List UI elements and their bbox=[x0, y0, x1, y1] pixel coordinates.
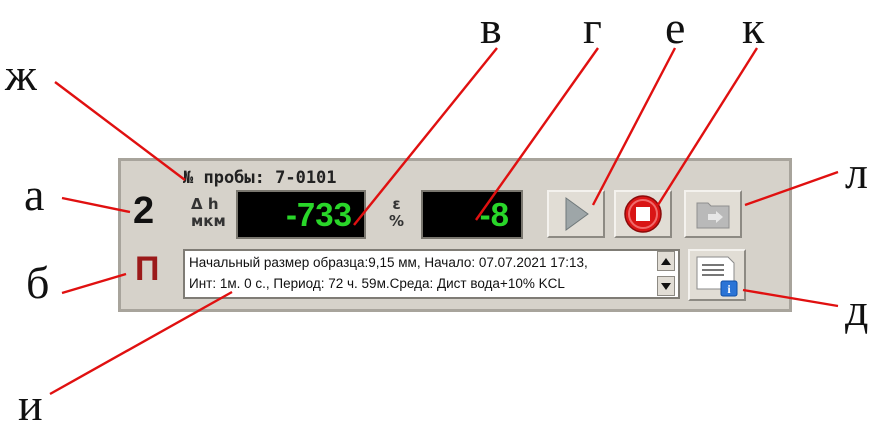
leader-l bbox=[744, 170, 839, 207]
leader-b bbox=[61, 272, 127, 295]
leader-k bbox=[656, 47, 759, 206]
leader-i bbox=[49, 290, 233, 396]
callout-lines bbox=[49, 47, 839, 396]
leader-e bbox=[591, 47, 677, 206]
leader-a bbox=[61, 196, 131, 214]
leader-d bbox=[742, 288, 839, 308]
leader-v bbox=[353, 47, 498, 226]
leader-zh bbox=[54, 81, 186, 181]
leader-g bbox=[475, 47, 599, 221]
